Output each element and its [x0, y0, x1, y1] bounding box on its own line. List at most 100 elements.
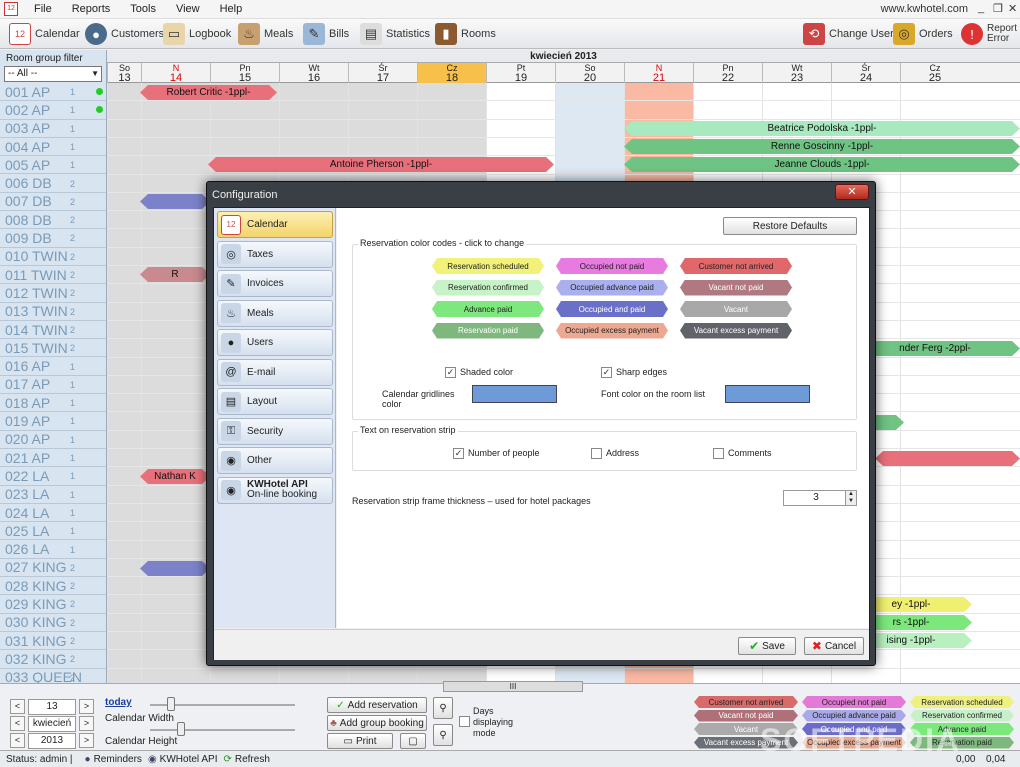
color-code-customer-not-arrived[interactable]: Customer not arrived [680, 258, 792, 274]
color-code-reservation-scheduled[interactable]: Reservation scheduled [432, 258, 544, 274]
save-button[interactable]: ✔ Save [738, 637, 796, 655]
room-row[interactable]: 020 AP 1 [0, 431, 106, 449]
reservation-strip[interactable]: R [140, 267, 210, 282]
close-icon[interactable]: ✕ [1008, 2, 1017, 15]
month-field[interactable]: kwiecień [28, 716, 76, 732]
next-year-button[interactable]: > [79, 733, 94, 748]
room-row[interactable]: 013 TWIN 2 [0, 303, 106, 321]
room-row[interactable]: 010 TWIN 2 [0, 248, 106, 266]
reservation-strip[interactable]: Jeanne Clouds -1ppl- [624, 157, 1020, 172]
statistics-button[interactable]: ▤ Statistics [357, 22, 433, 46]
room-row[interactable]: 001 AP 1 [0, 83, 106, 102]
room-row[interactable]: 003 AP 1 [0, 120, 106, 138]
room-row[interactable]: 019 AP 1 [0, 412, 106, 431]
report-error-button[interactable]: ! Report Error [958, 22, 1020, 46]
room-row[interactable]: 031 KING 2 [0, 632, 106, 651]
room-row[interactable]: 002 AP 1 [0, 101, 106, 120]
room-row[interactable]: 015 TWIN 2 [0, 339, 106, 358]
year-field[interactable]: 2013 [28, 733, 76, 749]
preview-button[interactable]: ▢ [400, 733, 426, 749]
room-row[interactable]: 008 DB 2 [0, 211, 106, 230]
next-month-button[interactable]: > [79, 716, 94, 731]
room-row[interactable]: 006 DB 2 [0, 175, 106, 193]
color-code-reservation-paid[interactable]: Reservation paid [432, 323, 544, 339]
color-code-vacant-not-paid[interactable]: Vacant not paid [680, 280, 792, 296]
nav-invoices[interactable]: ✎ Invoices [217, 270, 333, 297]
nav-kwhotel-api[interactable]: ◉ KWHotel API On-line booking [217, 476, 333, 504]
day-field[interactable]: 13 [28, 699, 76, 715]
tool-button-1[interactable]: ⚲ [433, 697, 453, 719]
orders-button[interactable]: ◎ Orders [890, 22, 956, 46]
customers-button[interactable]: ● Customers [82, 22, 167, 46]
reservation-strip[interactable]: Robert Critic -1ppl- [140, 85, 277, 100]
address-checkbox[interactable] [591, 448, 602, 459]
days-mode-checkbox[interactable] [459, 716, 470, 727]
calendar-app-icon[interactable]: 12 [4, 2, 18, 16]
color-code-vacant[interactable]: Vacant [680, 301, 792, 317]
room-row[interactable]: 027 KING 2 [0, 559, 106, 578]
room-row[interactable]: 007 DB 2 [0, 193, 106, 212]
reservation-strip[interactable]: Renne Goscinny -1ppl- [624, 139, 1020, 154]
horizontal-scrollbar[interactable]: III [443, 681, 583, 692]
website-link[interactable]: www.kwhotel.com [881, 3, 968, 15]
nav-meals[interactable]: ♨ Meals [217, 299, 333, 327]
frame-thickness-spinner[interactable]: ▲ ▼ [845, 490, 857, 506]
cancel-button[interactable]: ✖ Cancel [804, 637, 864, 655]
nav-security[interactable]: ⚿ Security [217, 417, 333, 445]
room-row[interactable]: 018 AP 1 [0, 394, 106, 413]
menu-tools[interactable]: Tools [120, 3, 166, 15]
room-row[interactable]: 017 AP 1 [0, 376, 106, 395]
nav-taxes[interactable]: ◎ Taxes [217, 240, 333, 268]
color-code-reservation-confirmed[interactable]: Reservation confirmed [432, 280, 544, 296]
room-row[interactable]: 024 LA 1 [0, 504, 106, 523]
room-row[interactable]: 004 AP 1 [0, 138, 106, 157]
room-row[interactable]: 011 TWIN 2 [0, 266, 106, 285]
bills-button[interactable]: ✎ Bills [300, 22, 352, 46]
color-code-vacant-excess-payment[interactable]: Vacant excess payment [680, 323, 792, 339]
minimize-icon[interactable]: _ [978, 2, 984, 14]
room-row[interactable]: 029 KING 2 [0, 595, 106, 614]
nav-other[interactable]: ◉ Other [217, 447, 333, 474]
restore-defaults-button[interactable]: Restore Defaults [723, 217, 857, 235]
logbook-button[interactable]: ▭ Logbook [160, 22, 234, 46]
print-button[interactable]: ▭ Print [327, 733, 393, 749]
change-user-button[interactable]: ⟲ Change User [800, 22, 897, 46]
room-row[interactable]: 014 TWIN 2 [0, 321, 106, 340]
nav-e-mail[interactable]: @ E-mail [217, 358, 333, 386]
calendar-height-slider[interactable] [150, 729, 295, 731]
reservation-strip[interactable] [140, 561, 210, 576]
api-button[interactable]: KWHotel API [160, 754, 218, 765]
color-code-occupied-and-paid[interactable]: Occupied and paid [556, 301, 668, 317]
room-row[interactable]: 016 AP 1 [0, 358, 106, 376]
nav-users[interactable]: ● Users [217, 329, 333, 356]
room-row[interactable]: 022 LA 1 [0, 467, 106, 486]
room-row[interactable]: 012 TWIN 2 [0, 284, 106, 303]
nav-calendar[interactable]: 12 Calendar [217, 211, 333, 238]
prev-year-button[interactable]: < [10, 733, 25, 748]
room-row[interactable]: 026 LA 1 [0, 541, 106, 559]
reminders-button[interactable]: Reminders [94, 754, 142, 765]
restore-icon[interactable]: ❐ [993, 2, 1003, 15]
gridlines-color-swatch[interactable] [472, 385, 557, 403]
prev-day-button[interactable]: < [10, 699, 25, 714]
menu-file[interactable]: File [24, 3, 62, 15]
sharp-edges-checkbox[interactable]: ✓ [601, 367, 612, 378]
room-row[interactable]: 030 KING 2 [0, 614, 106, 632]
room-row[interactable]: 005 AP 1 [0, 156, 106, 175]
comments-checkbox[interactable] [713, 448, 724, 459]
room-row[interactable]: 032 KING 2 [0, 650, 106, 669]
width-slider-thumb[interactable] [167, 697, 175, 711]
number-of-people-checkbox[interactable]: ✓ [453, 448, 464, 459]
room-row[interactable]: 023 LA 1 [0, 486, 106, 504]
reservation-strip[interactable]: Nathan K [140, 469, 210, 484]
reservation-strip[interactable]: Antoine Pherson -1ppl- [208, 157, 554, 172]
tool-button-2[interactable]: ⚲ [433, 724, 453, 746]
meals-button[interactable]: ♨ Meals [235, 22, 296, 46]
prev-month-button[interactable]: < [10, 716, 25, 731]
room-group-filter-select[interactable]: -- All -- ▼ [4, 66, 102, 82]
room-row[interactable]: 021 AP 1 [0, 449, 106, 468]
next-day-button[interactable]: > [79, 699, 94, 714]
today-link[interactable]: today [105, 697, 132, 708]
color-code-occupied-not-paid[interactable]: Occupied not paid [556, 258, 668, 274]
color-code-occupied-advance-paid[interactable]: Occupied advance paid [556, 280, 668, 296]
